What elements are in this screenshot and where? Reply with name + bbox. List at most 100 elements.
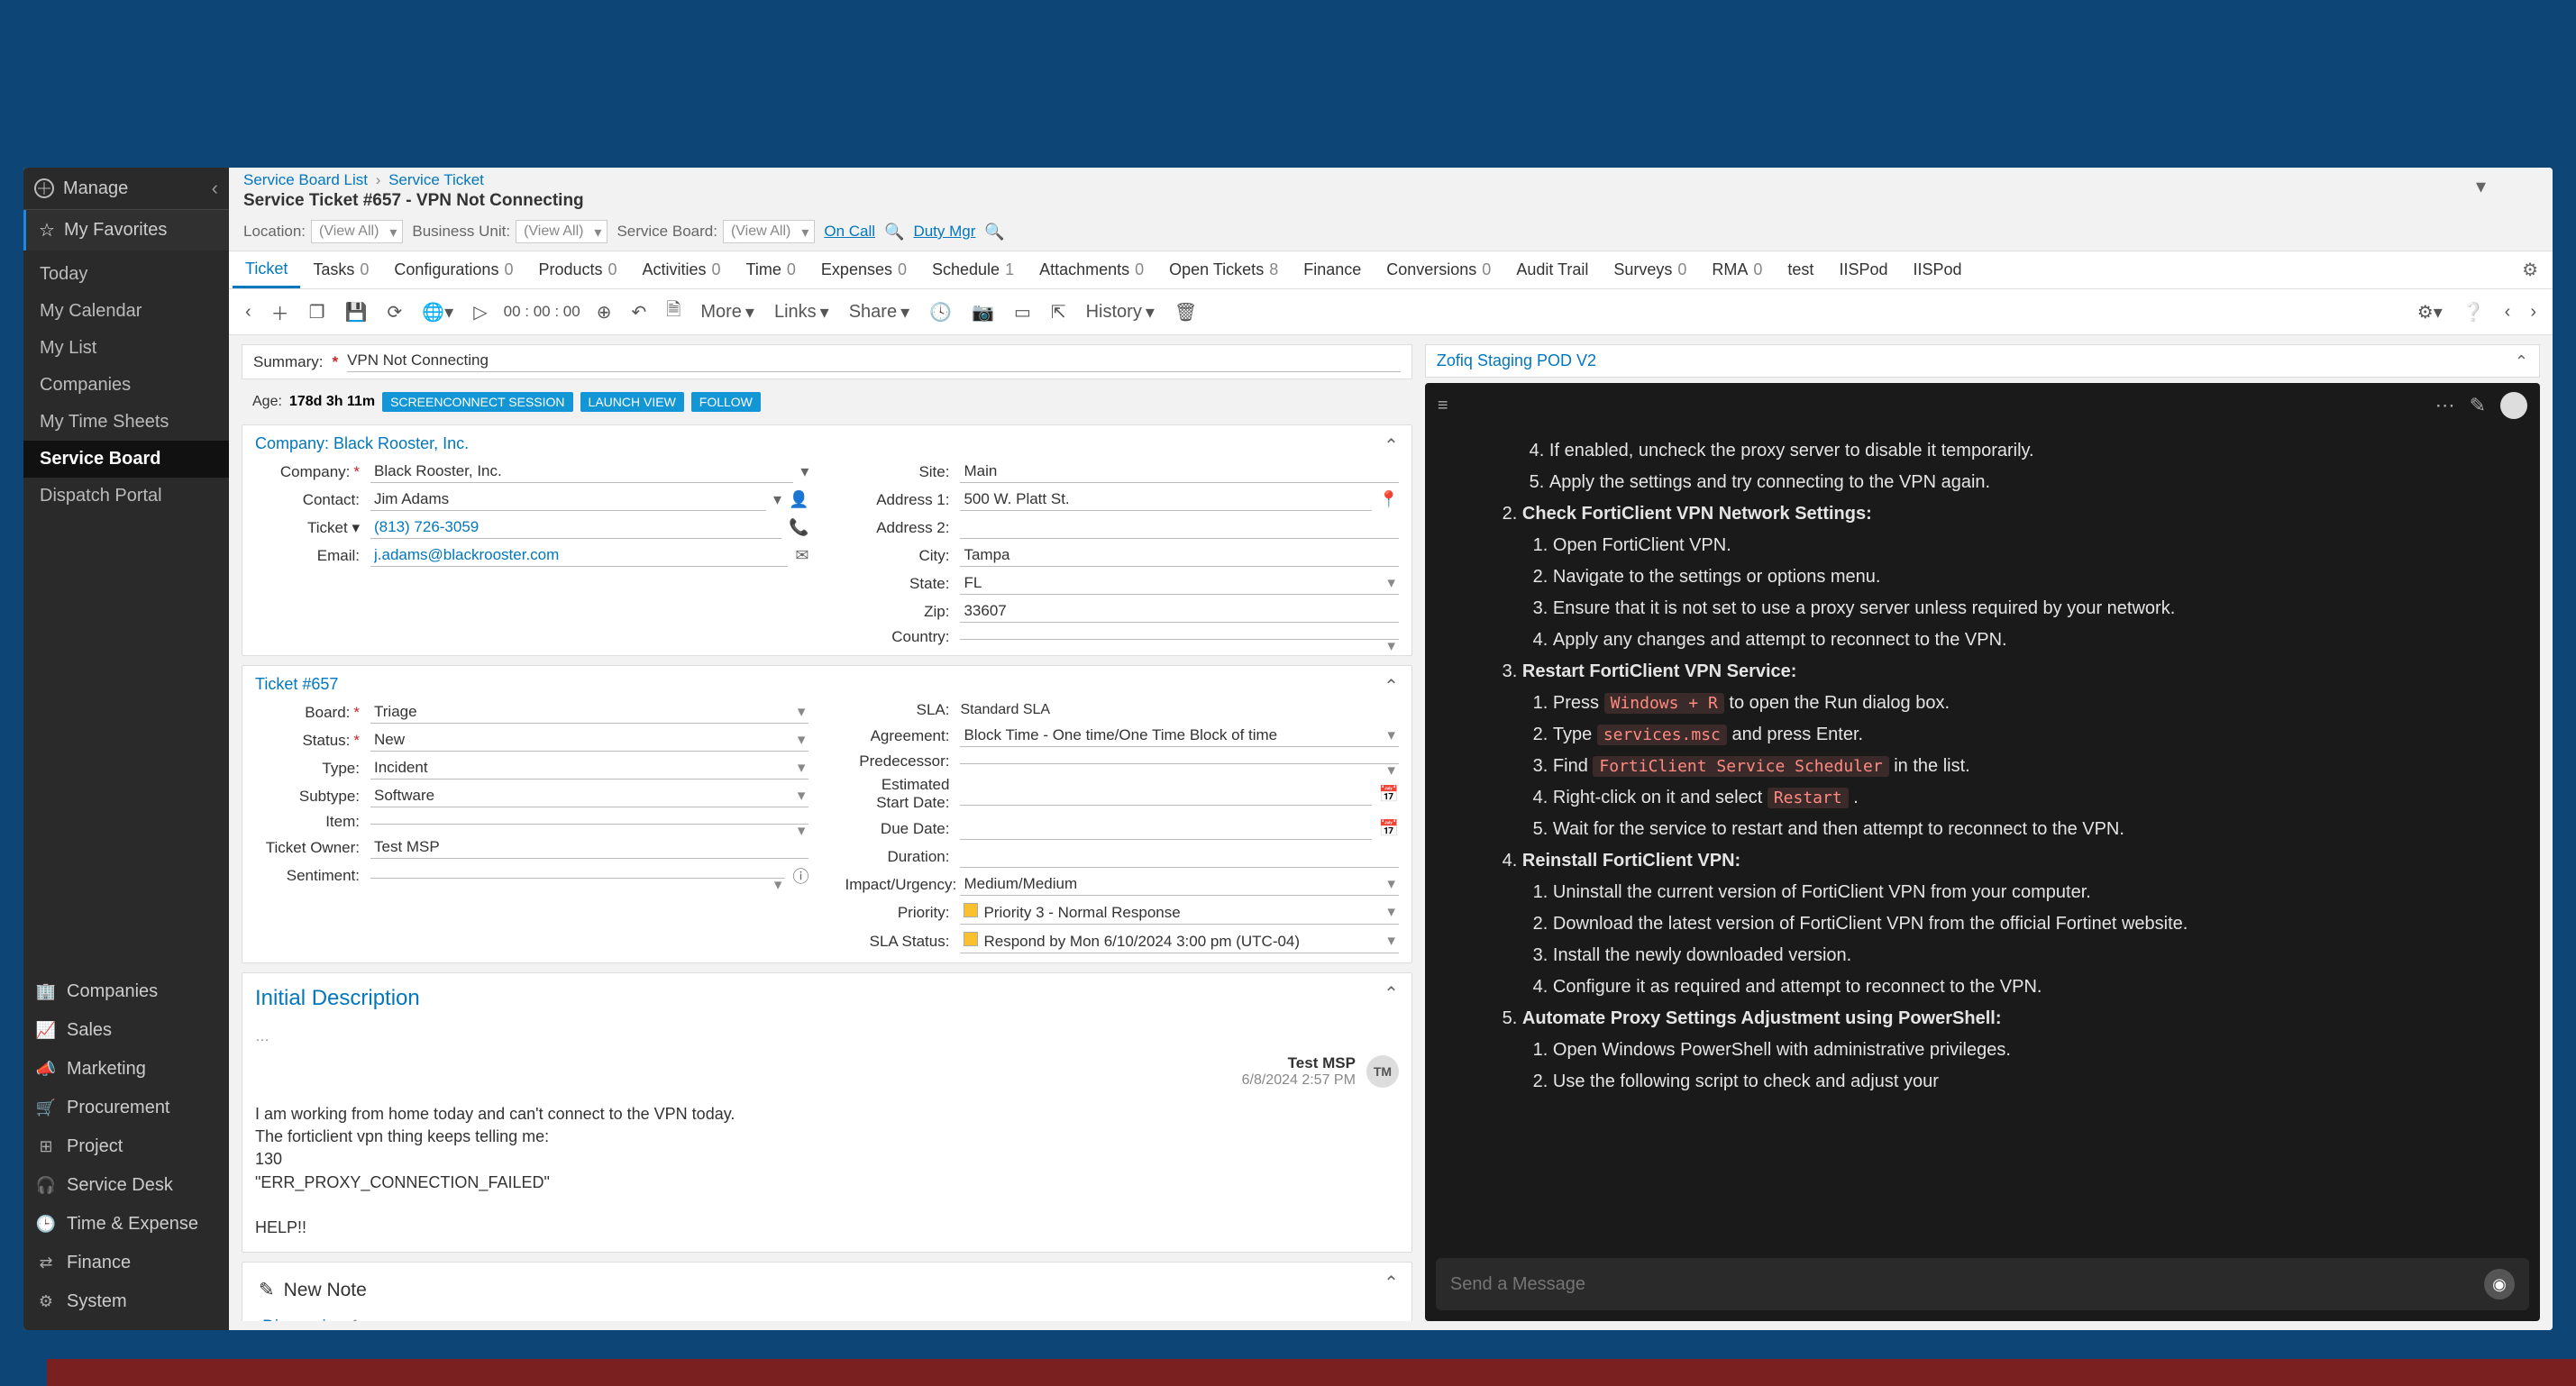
tab-finance[interactable]: Finance <box>1291 253 1374 287</box>
favorites-row[interactable]: ☆ My Favorites <box>23 210 229 251</box>
owner-input[interactable] <box>370 836 808 859</box>
bottom-nav-companies[interactable]: 🏢Companies <box>23 972 229 1011</box>
back-icon[interactable]: ‹ <box>242 300 255 324</box>
site-input[interactable] <box>960 460 1398 483</box>
contact-input[interactable] <box>370 488 766 511</box>
sidebar-item-companies[interactable]: Companies <box>23 367 229 404</box>
tab-expenses[interactable]: Expenses0 <box>808 253 919 287</box>
links-menu[interactable]: Links ▾ <box>771 299 833 325</box>
collapse-icon[interactable]: ⌃ <box>1384 982 1399 1005</box>
summary-value[interactable]: VPN Not Connecting <box>347 351 1401 372</box>
collapse-sidebar-icon[interactable]: ‹ <box>212 177 218 200</box>
phone-icon[interactable]: 📞 <box>789 518 808 537</box>
tab-schedule[interactable]: Schedule1 <box>919 253 1027 287</box>
status-select[interactable]: New <box>370 729 808 752</box>
send-button[interactable]: ◉ <box>2484 1269 2515 1299</box>
tab-iispod[interactable]: IISPod <box>1826 253 1900 287</box>
ellipsis-icon[interactable]: … <box>255 1029 1399 1045</box>
email-icon[interactable]: ✉ <box>795 546 808 565</box>
clock-icon[interactable]: 🕓 <box>926 299 955 325</box>
person-icon[interactable]: 👤 <box>789 490 808 509</box>
tab-surveys[interactable]: Surveys0 <box>1601 253 1699 287</box>
avatar[interactable] <box>2500 392 2527 419</box>
sentiment-select[interactable] <box>370 874 785 879</box>
bottom-nav-service-desk[interactable]: 🎧Service Desk <box>23 1166 229 1205</box>
sidebar-item-today[interactable]: Today <box>23 256 229 293</box>
email-input[interactable] <box>370 544 788 567</box>
tab-tasks[interactable]: Tasks0 <box>300 253 381 287</box>
chat-input[interactable] <box>1450 1274 2484 1295</box>
share-menu[interactable]: Share ▾ <box>845 299 913 325</box>
history-menu[interactable]: History ▾ <box>1082 299 1158 325</box>
tab-settings-icon[interactable]: ⚙ <box>2507 251 2553 288</box>
tab-rma[interactable]: RMA0 <box>1699 253 1775 287</box>
tab-configurations[interactable]: Configurations0 <box>381 253 525 287</box>
location-select[interactable]: (View All) <box>311 220 403 243</box>
agreement-select[interactable]: Block Time - One time/One Time Block of … <box>960 725 1398 747</box>
sidebar-item-my-list[interactable]: My List <box>23 330 229 367</box>
sidebar-header[interactable]: Manage ‹ <box>23 168 229 210</box>
bottom-nav-finance[interactable]: ⇄Finance <box>23 1244 229 1282</box>
note-tab-internal[interactable]: Internal1 <box>385 1312 461 1321</box>
save-icon[interactable]: 💾 <box>342 299 371 325</box>
delete-icon[interactable]: 🗑 <box>1171 299 1201 325</box>
search-icon[interactable]: 🔍 <box>984 223 1004 242</box>
follow-button[interactable]: FOLLOW <box>691 392 761 412</box>
sidebar-item-dispatch-portal[interactable]: Dispatch Portal <box>23 478 229 515</box>
copy-icon[interactable]: ❐ <box>306 299 329 325</box>
customer-updated-check[interactable]: Customer updated <box>1237 1319 1393 1321</box>
sidebar-item-my-calendar[interactable]: My Calendar <box>23 293 229 330</box>
note-tab-resolution[interactable]: Resolution0 <box>484 1312 583 1321</box>
timer-add-icon[interactable]: ⊕ <box>593 299 616 325</box>
collapse-icon[interactable]: ⌃ <box>1384 1272 1399 1294</box>
add-icon[interactable]: ＋ <box>268 297 293 327</box>
dropdown-caret-icon[interactable]: ▾ <box>2476 175 2486 198</box>
help-icon[interactable]: ❔ <box>2459 299 2489 325</box>
menu-icon[interactable]: ≡ <box>1438 396 1448 416</box>
addr2-input[interactable] <box>960 516 1398 539</box>
launch-view-button[interactable]: LAUNCH VIEW <box>580 392 684 412</box>
search-icon[interactable]: 🔍 <box>884 223 904 242</box>
country-select[interactable] <box>960 635 1398 640</box>
subtype-select[interactable]: Software <box>370 785 808 807</box>
document-icon[interactable]: 🗎 <box>662 295 684 329</box>
tab-attachments[interactable]: Attachments0 <box>1027 253 1156 287</box>
refresh-icon[interactable]: ⟳ <box>384 299 406 325</box>
more-menu[interactable]: More ▾ <box>697 299 758 325</box>
business-unit-select[interactable]: (View All) <box>516 220 607 243</box>
board-select[interactable]: Triage <box>370 701 808 724</box>
service-board-select[interactable]: (View All) <box>723 220 815 243</box>
company-input[interactable] <box>370 460 793 483</box>
chevron-down-icon[interactable]: ▾ <box>773 490 781 509</box>
zip-input[interactable] <box>960 600 1398 623</box>
new-note-header[interactable]: ✎ New Note <box>255 1270 1399 1310</box>
type-select[interactable]: Incident <box>370 757 808 780</box>
tab-test[interactable]: test <box>1775 253 1826 287</box>
globe-icon[interactable]: 🌐▾ <box>418 299 457 325</box>
timer-undo-icon[interactable]: ↶ <box>627 299 650 325</box>
tab-open-tickets[interactable]: Open Tickets8 <box>1156 253 1291 287</box>
addr1-input[interactable] <box>960 488 1371 511</box>
camera-icon[interactable]: 📷 <box>968 299 998 325</box>
state-select[interactable]: FL <box>960 572 1398 595</box>
duration-input[interactable] <box>960 845 1398 868</box>
sla-status-select[interactable]: Respond by Mon 6/10/2024 3:00 pm (UTC-04… <box>960 930 1398 953</box>
popout-icon[interactable]: ⇱ <box>1047 299 1070 325</box>
sidebar-item-my-time-sheets[interactable]: My Time Sheets <box>23 404 229 441</box>
chevron-down-icon[interactable]: ▾ <box>800 462 808 481</box>
tab-products[interactable]: Products0 <box>525 253 629 287</box>
bottom-nav-sales[interactable]: 📈Sales <box>23 1011 229 1050</box>
due-date-input[interactable] <box>960 817 1371 840</box>
breadcrumb-b[interactable]: Service Ticket <box>388 171 484 188</box>
more-icon[interactable]: ⋯ <box>2435 394 2455 417</box>
timer-play-icon[interactable]: ▷ <box>470 299 490 325</box>
map-pin-icon[interactable]: 📍 <box>1379 490 1399 509</box>
screenconnect-button[interactable]: SCREENCONNECT SESSION <box>382 392 572 412</box>
tab-audit-trail[interactable]: Audit Trail <box>1503 253 1601 287</box>
oncall-link[interactable]: On Call <box>824 223 875 241</box>
item-select[interactable] <box>370 820 808 825</box>
city-input[interactable] <box>960 544 1398 567</box>
note-tab-all[interactable]: All2 <box>607 1312 645 1321</box>
bottom-nav-procurement[interactable]: 🛒Procurement <box>23 1089 229 1127</box>
next-icon[interactable]: › <box>2526 300 2540 324</box>
